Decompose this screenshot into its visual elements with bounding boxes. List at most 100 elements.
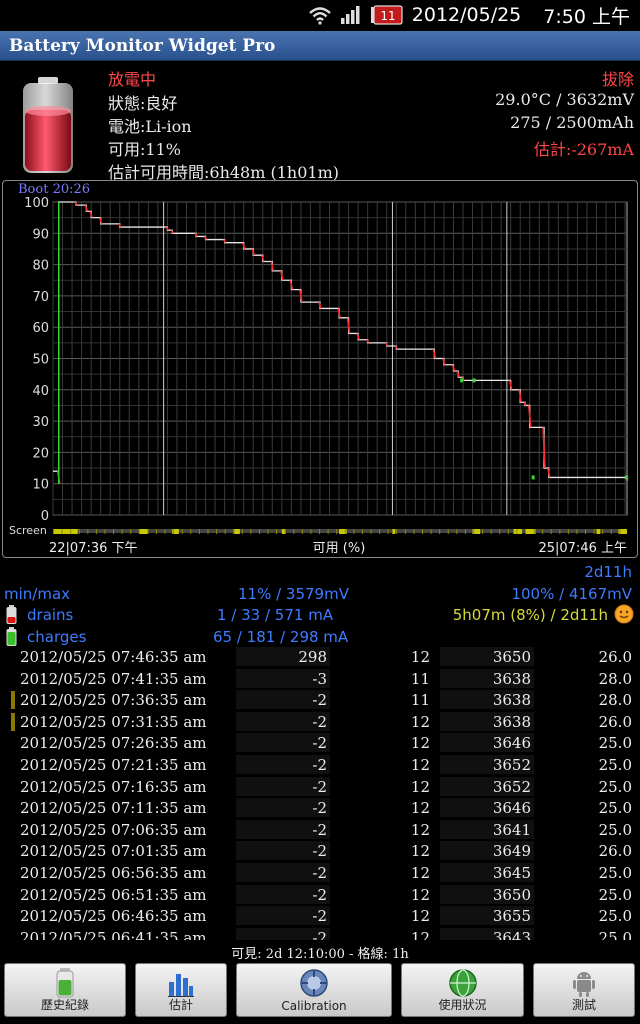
log-voltage: 3650 [440,647,534,666]
test-button[interactable]: 測試 [533,963,635,1017]
screen-on-segment [596,529,601,534]
log-level: 12 [410,756,430,774]
log-temperature: 25.0 [598,777,632,796]
log-temperature: 28.0 [598,669,632,688]
usage-globe-icon [448,969,477,997]
y-tick-label: 10 [32,478,49,493]
screen-on-segment [53,529,78,534]
y-tick-label: 30 [32,415,49,430]
log-timestamp: 2012/05/25 06:56:35 am [20,864,207,882]
screen-tick-mark [53,529,54,534]
screen-on-segment [392,529,396,534]
log-temperature: 25.0 [598,864,632,882]
screen-tick-mark [61,529,63,534]
screen-tick-mark [396,529,398,534]
y-tick-label: 80 [32,259,49,274]
estimated-current: 估計:-267mA [533,140,634,159]
log-level: 12 [410,885,430,904]
log-row[interactable]: 2012/05/25 07:21:35 am -2 12 3652 25.0 [0,754,640,776]
screen-tick-mark [439,529,441,534]
charge-state: 放電中 [108,70,157,89]
log-row[interactable]: 2012/05/25 07:46:35 am 298 12 3650 26.0 [0,646,640,668]
screen-tick-mark [524,529,526,534]
screen-tick-mark [422,529,423,534]
log-row[interactable]: 2012/05/25 06:51:35 am -2 12 3650 25.0 [0,884,640,906]
log-row[interactable]: 2012/05/25 07:01:35 am -2 12 3649 26.0 [0,840,640,862]
screen-tick-mark [490,529,492,534]
screen-tick-mark [499,529,501,534]
y-tick-label: 0 [41,509,49,524]
screen-tick-mark [207,529,209,534]
log-current: -2 [236,755,330,774]
log-row[interactable]: 2012/05/25 07:36:35 am -2 11 3638 28.0 [0,689,640,711]
log-screen-marker [11,691,15,710]
temp-voltage: 29.0°C / 3632mV [495,90,634,109]
screen-tick-mark [464,529,466,534]
screen-tick-mark [413,529,415,534]
screen-tick-mark [542,529,544,534]
history-log-list[interactable]: 2012/05/25 07:46:35 am 298 12 3650 26.0 2012/… [0,646,640,940]
min-value: 11% / 3579mV [238,585,349,603]
y-tick-label: 70 [32,290,49,305]
estimate-button-label: 估計 [168,998,193,1012]
history-button[interactable]: 歷史紀錄 [4,963,126,1017]
log-voltage: 3638 [440,711,534,731]
log-current: -2 [236,927,330,940]
screen-tick-mark [147,529,149,534]
screen-tick-mark [516,529,518,534]
calibration-button[interactable]: Calibration [236,963,392,1017]
log-current: -2 [236,884,330,904]
charge-dot [625,475,629,480]
screen-tick-mark [576,529,578,534]
log-temperature: 25.0 [598,799,632,818]
log-temperature: 26.0 [598,842,632,861]
wifi-icon [308,7,331,25]
screen-tick-mark [70,529,72,534]
log-level: 11 [410,691,430,710]
screen-tick-mark [370,529,372,534]
log-row[interactable]: 2012/05/25 06:56:35 am -2 12 3645 25.0 [0,862,640,884]
battery-health: 狀態:良好 [108,94,178,113]
log-timestamp: 2012/05/25 07:26:35 am [20,734,207,753]
log-screen-marker [11,712,15,731]
screen-tick-mark [95,529,97,534]
log-row[interactable]: 2012/05/25 07:31:35 am -2 12 3638 26.0 [0,711,640,733]
log-voltage: 3650 [440,884,534,904]
log-row[interactable]: 2012/05/25 07:26:35 am -2 12 3646 25.0 [0,732,640,754]
app-title-bar: Battery Monitor Widget Pro [0,31,640,61]
log-current: -2 [236,863,330,882]
log-level: 12 [410,820,430,839]
log-voltage: 3646 [440,798,534,818]
screen-tick-mark [507,529,509,534]
log-voltage: 3649 [440,841,534,861]
screen-tick-mark [233,529,235,534]
y-tick-label: 50 [32,353,49,368]
log-voltage: 3638 [440,668,534,688]
screen-tick-mark [550,529,552,534]
y-tick-label: 100 [24,196,49,211]
log-voltage: 3641 [440,819,534,839]
log-temperature: 28.0 [598,691,632,710]
log-row[interactable]: 2012/05/25 07:16:35 am -2 12 3652 25.0 [0,776,640,798]
log-row[interactable]: 2012/05/25 06:46:35 am -2 12 3655 25.0 [0,905,640,927]
charge-dot [531,475,535,480]
log-row[interactable]: 2012/05/25 07:11:35 am -2 12 3646 25.0 [0,797,640,819]
log-voltage: 3646 [440,733,534,753]
log-row[interactable]: 2012/05/25 07:41:35 am -3 11 3638 28.0 [0,668,640,690]
estimate-button[interactable]: 估計 [135,963,227,1017]
screen-tick-mark [559,529,561,534]
battery-tech: 電池:Li-ion [108,117,192,136]
screen-tick-mark [87,529,89,534]
log-timestamp: 2012/05/25 07:16:35 am [20,777,207,796]
usage-button[interactable]: 使用狀況 [401,963,524,1017]
screen-tick-mark [78,529,80,534]
chart-title: Boot 20:26 [18,182,90,197]
screen-tick-mark [327,529,329,534]
screen-tick-mark [447,529,449,534]
battery-chart[interactable]: 100 90 80 70 60 50 40 30 20 10 0 Boot 20:26 Screen 22… [2,180,638,558]
bar-chart-icon [168,974,194,997]
screen-tick-mark [361,529,363,534]
log-row[interactable]: 2012/05/25 07:06:35 am -2 12 3641 25.0 [0,819,640,841]
log-row[interactable]: 2012/05/25 06:41:35 am -2 12 3643 25.0 [0,927,640,940]
screen-tick-mark [250,529,252,534]
